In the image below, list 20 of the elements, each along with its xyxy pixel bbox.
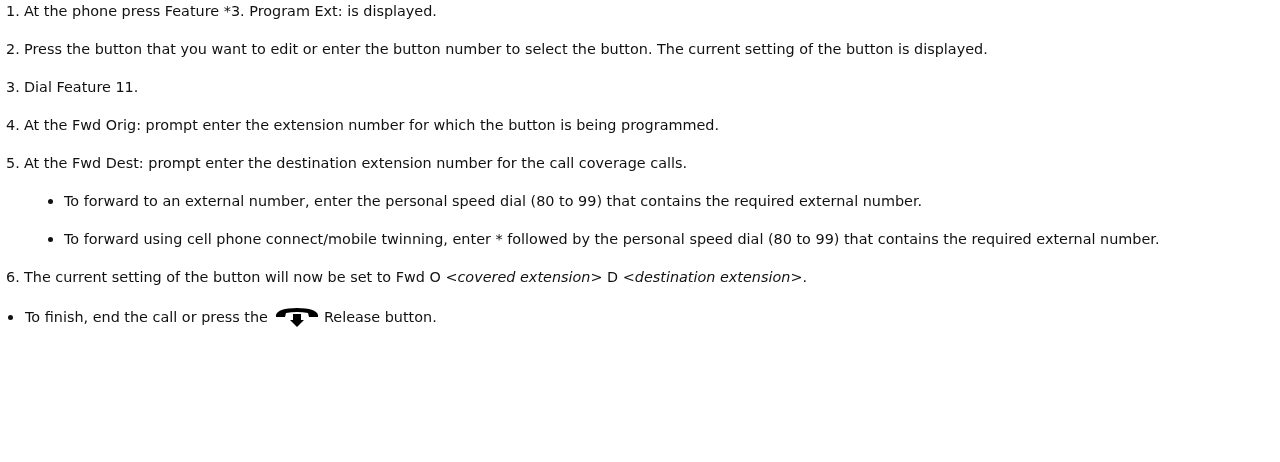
instruction-text: To finish, end the call or press the — [25, 308, 268, 326]
phone-handset-icon — [273, 306, 320, 328]
bullet-text: To forward using cell phone connect/mobile twinning, enter * followed by the personal speed dial (80 to 99) that contains the required external number. — [64, 230, 1161, 248]
step-number: 1. — [6, 2, 21, 20]
step-number: 4. — [6, 116, 21, 134]
step-number: 5. — [6, 154, 21, 172]
bullet-icon — [48, 199, 53, 204]
step-number: 2. — [6, 40, 21, 58]
step-text: Press the button that you want to edit or enter the button number to select the button. The current setting of the button is displayed. — [24, 40, 989, 58]
step-text: At the Fwd Orig: prompt enter the extension number for which the button is being programmed. — [24, 116, 721, 134]
step-number: 3. — [6, 78, 21, 96]
step-text: The current setting of the button will now be set to Fwd O <covered extension> D <destination extension>. — [24, 268, 809, 286]
bullet-icon — [48, 237, 53, 242]
bullet-text: To forward to an external number, enter the personal speed dial (80 to 99) that contains the required external number. — [64, 192, 924, 210]
step-number: 6. — [6, 268, 21, 286]
instruction-text: Release button. — [323, 308, 437, 326]
step-text: At the Fwd Dest: prompt enter the destination extension number for the call coverage calls. — [24, 154, 689, 172]
step-text: At the phone press Feature *3. Program Ext: is displayed. — [24, 2, 438, 20]
step-text: Dial Feature 11. — [24, 78, 140, 96]
bullet-icon — [8, 314, 13, 320]
